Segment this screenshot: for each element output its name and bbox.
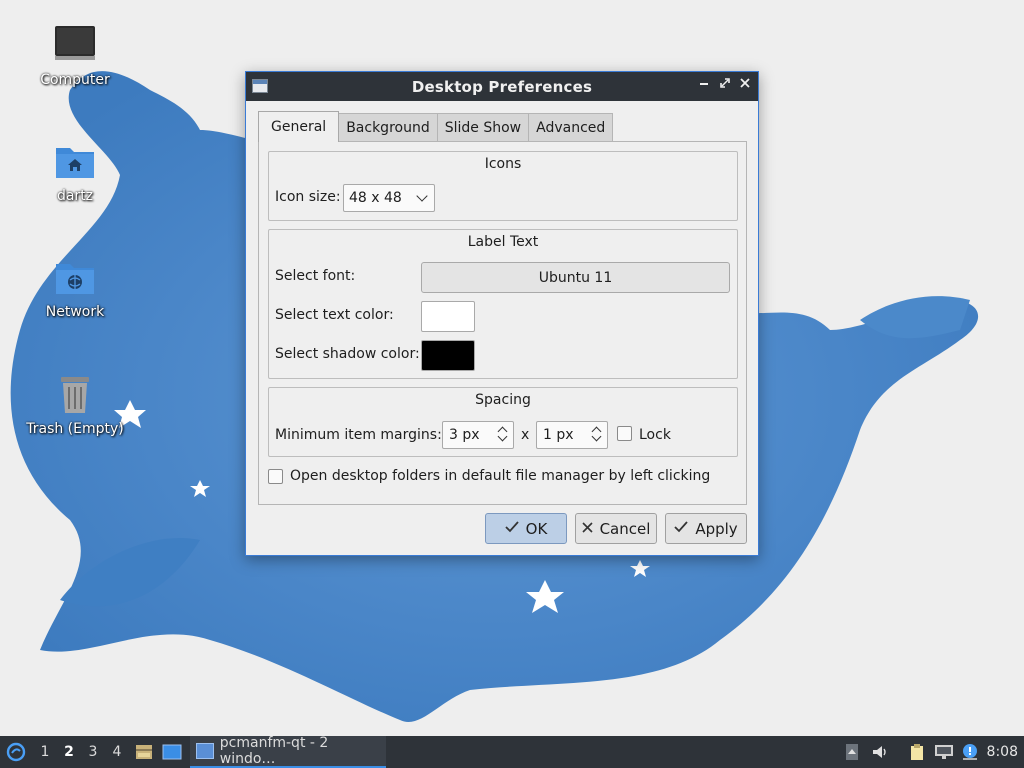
desktop-icon-label: Trash (Empty)	[26, 421, 124, 437]
file-cabinet-icon	[136, 745, 152, 759]
spin-down-icon[interactable]	[497, 431, 508, 442]
select-font-label: Select font:	[275, 268, 356, 284]
spacing-group-title: Spacing	[475, 392, 531, 408]
icons-group-title: Icons	[484, 156, 522, 172]
icon-size-label: Icon size:	[275, 189, 341, 205]
label-text-group-title: Label Text	[467, 234, 539, 250]
clipboard-button[interactable]	[906, 736, 928, 768]
spin-arrows-icon	[497, 425, 509, 445]
icons-group: Icons Icon size: 48 x 48	[268, 151, 738, 221]
trash-icon	[53, 373, 97, 417]
taskbar-window-label: pcmanfm-qt - 2 windo…	[219, 735, 329, 767]
show-desktop-button[interactable]	[160, 736, 184, 768]
general-tab-panel: Icons Icon size: 48 x 48 Label Text Sele…	[258, 141, 747, 505]
tab-bar: General Background Slide Show Advanced	[258, 111, 614, 142]
ok-button-label: OK	[525, 519, 548, 538]
dialog-title: Desktop Preferences	[411, 77, 593, 96]
icon-size-select[interactable]: 48 x 48	[343, 184, 435, 212]
close-icon	[740, 78, 750, 88]
apply-button[interactable]: Apply	[665, 513, 747, 544]
taskbar-window-button[interactable]: pcmanfm-qt - 2 windo…	[190, 735, 386, 768]
desktop-icon-label: dartz	[56, 188, 94, 204]
chevron-down-icon	[416, 190, 428, 202]
desktop-icon	[162, 744, 182, 760]
update-info-icon	[963, 744, 977, 760]
desktop-icon-trash[interactable]: Trash (Empty)	[15, 373, 135, 437]
workspace-4[interactable]: 4	[106, 736, 128, 768]
tab-advanced[interactable]: Advanced	[528, 113, 614, 142]
start-menu-button[interactable]	[4, 736, 28, 768]
update-notifier-button[interactable]	[958, 736, 982, 768]
clock[interactable]: 8:08	[987, 736, 1018, 768]
close-button[interactable]	[736, 77, 754, 95]
computer-icon	[53, 24, 97, 68]
restore-icon	[720, 78, 730, 88]
spin-arrows-icon	[591, 425, 603, 445]
clipboard-icon	[911, 744, 923, 760]
cancel-x-icon	[582, 521, 593, 537]
tray-arrow-button[interactable]	[842, 736, 862, 768]
folder-window-icon	[196, 743, 214, 759]
apply-button-label: Apply	[695, 519, 738, 538]
select-text-color-label: Select text color:	[275, 307, 394, 323]
desktop-icon-label: Computer	[40, 72, 110, 88]
network-icon	[935, 745, 953, 759]
lock-checkbox[interactable]	[617, 426, 632, 441]
volume-icon	[873, 746, 886, 758]
checkmark-icon	[505, 520, 519, 537]
lxqt-logo-icon	[6, 742, 26, 762]
cancel-button-label: Cancel	[599, 519, 651, 538]
workspace-2[interactable]: 2	[58, 736, 80, 768]
select-font-button[interactable]: Ubuntu 11	[421, 262, 730, 293]
shadow-color-button[interactable]	[421, 340, 475, 371]
spin-down-icon[interactable]	[591, 431, 602, 442]
dialog-titlebar[interactable]: Desktop Preferences	[246, 72, 758, 101]
tray-up-icon	[846, 744, 858, 760]
tab-background[interactable]: Background	[338, 113, 438, 142]
workspace-1[interactable]: 1	[34, 736, 56, 768]
desktop-icon-network[interactable]: Network	[15, 256, 135, 320]
margin-y-value: 1 px	[543, 427, 574, 443]
network-tray-button[interactable]	[932, 736, 956, 768]
desktop-icon-dartz[interactable]: dartz	[15, 140, 135, 204]
open-folders-label: Open desktop folders in default file man…	[290, 468, 711, 484]
checkmark-icon	[674, 520, 688, 537]
desktop-preferences-dialog: Desktop Preferences General Background S…	[245, 71, 759, 556]
tab-general[interactable]: General	[258, 111, 340, 142]
minimize-button[interactable]	[695, 77, 713, 95]
icon-size-value: 48 x 48	[349, 190, 402, 206]
minimize-icon	[700, 83, 708, 85]
margin-x-value: 3 px	[449, 427, 480, 443]
tab-slide-show[interactable]: Slide Show	[436, 113, 530, 142]
taskbar: 1 2 3 4 pcmanfm-qt - 2 windo… 8:08	[0, 735, 1024, 768]
file-manager-launcher[interactable]	[132, 736, 156, 768]
home-folder-icon	[53, 140, 97, 184]
open-folders-checkbox[interactable]	[268, 469, 283, 484]
lock-label: Lock	[639, 427, 671, 443]
label-text-group: Label Text Select font: Ubuntu 11 Select…	[268, 229, 738, 379]
maximize-button[interactable]	[716, 77, 734, 95]
margin-separator: x	[521, 427, 530, 443]
margin-x-spinbox[interactable]: 3 px	[442, 421, 514, 449]
network-folder-icon	[53, 256, 97, 300]
window-icon	[252, 79, 268, 93]
margin-y-spinbox[interactable]: 1 px	[536, 421, 608, 449]
volume-button[interactable]	[868, 736, 892, 768]
text-color-button[interactable]	[421, 301, 475, 332]
cancel-button[interactable]: Cancel	[575, 513, 657, 544]
desktop-icon-computer[interactable]: Computer	[15, 24, 135, 88]
minimum-margins-label: Minimum item margins:	[275, 427, 442, 443]
ok-button[interactable]: OK	[485, 513, 567, 544]
desktop-icon-label: Network	[45, 304, 105, 320]
spacing-group: Spacing Minimum item margins: 3 px x 1 p…	[268, 387, 738, 457]
select-shadow-color-label: Select shadow color:	[275, 346, 420, 362]
workspace-3[interactable]: 3	[82, 736, 104, 768]
